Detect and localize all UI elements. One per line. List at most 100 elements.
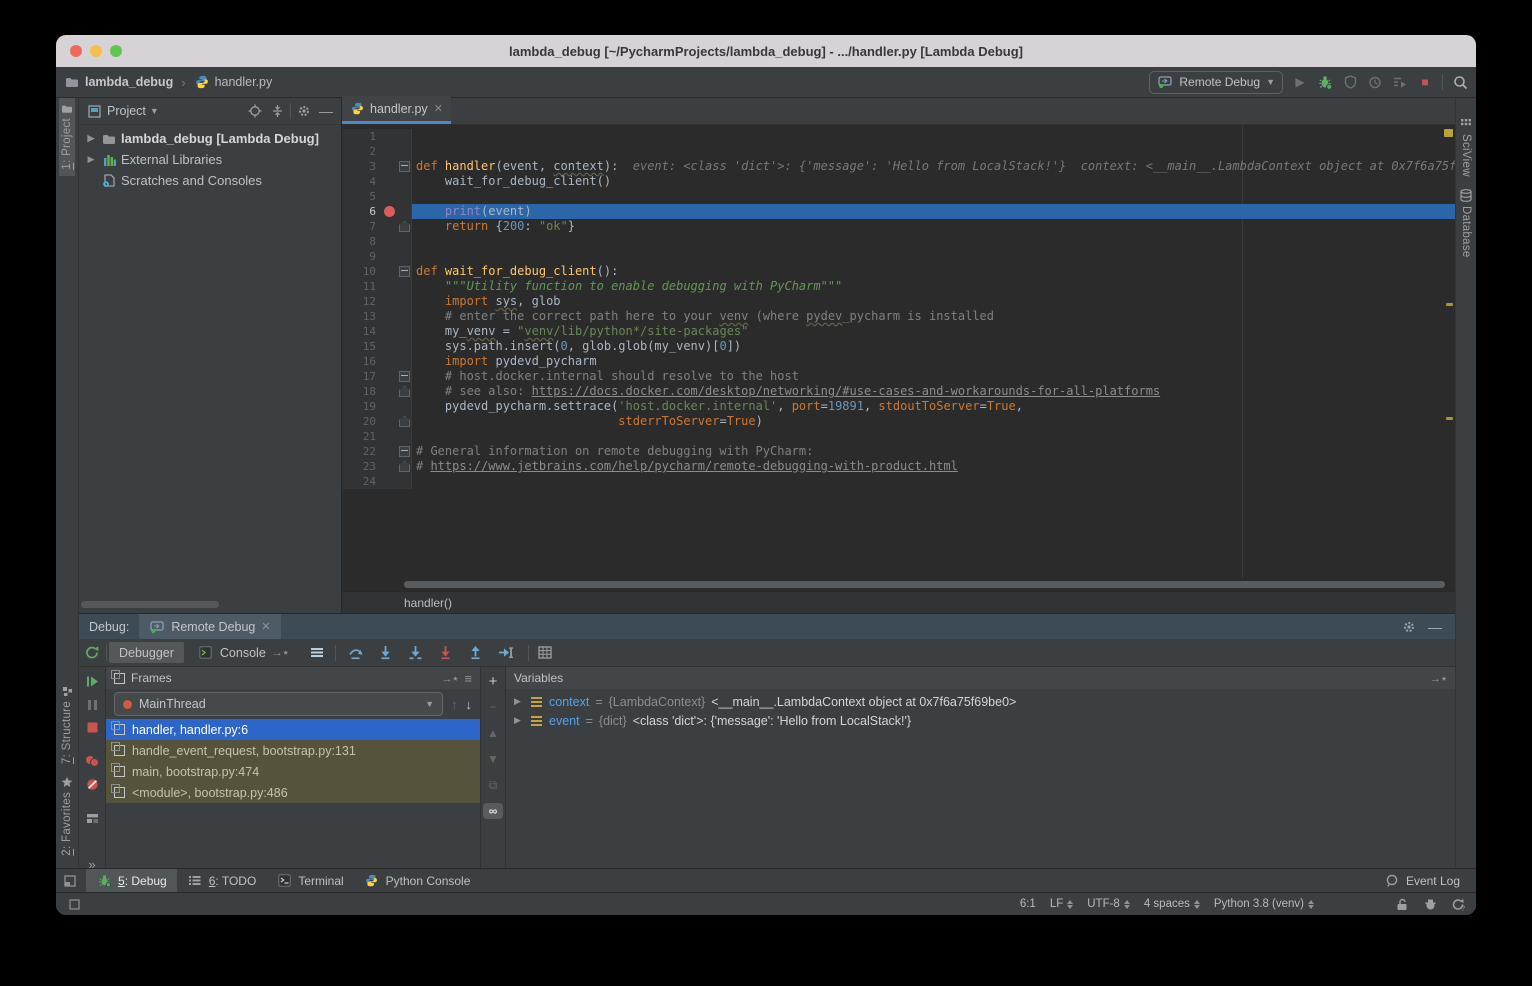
editor-breadcrumbs[interactable]: handler() xyxy=(342,591,1455,613)
stripe-button-database[interactable]: Database xyxy=(1458,183,1474,264)
fold-marker-icon[interactable] xyxy=(399,371,410,382)
fold-gutter[interactable] xyxy=(398,309,412,324)
fold-gutter[interactable] xyxy=(398,444,412,459)
gutter-icon-cell[interactable] xyxy=(380,219,398,234)
stripe-button--project[interactable]: 1: Project xyxy=(59,98,75,176)
search-everywhere-icon[interactable] xyxy=(1452,74,1468,90)
code-line[interactable]: 21 xyxy=(342,429,1455,444)
tool-window-toggle-icon[interactable] xyxy=(62,873,78,889)
stop-icon[interactable]: ■ xyxy=(1417,74,1433,90)
breadcrumb-function[interactable]: handler() xyxy=(404,596,452,610)
pin-icon[interactable]: →٭ xyxy=(1430,672,1447,685)
frame-row[interactable]: handle_event_request, bootstrap.py:131 xyxy=(106,740,480,761)
line-number[interactable]: 22 xyxy=(342,444,380,459)
code-line[interactable]: 6 print(event) xyxy=(342,204,1455,219)
status-item-4-spaces[interactable]: 4 spaces xyxy=(1144,898,1200,910)
code-text[interactable] xyxy=(412,234,1455,249)
gutter-icon-cell[interactable] xyxy=(380,144,398,159)
line-number[interactable]: 24 xyxy=(342,474,380,489)
fold-gutter[interactable] xyxy=(398,234,412,249)
fold-gutter[interactable] xyxy=(398,159,412,174)
gutter-icon-cell[interactable] xyxy=(380,369,398,384)
fold-marker-icon[interactable] xyxy=(399,221,410,232)
gutter-icon-cell[interactable] xyxy=(380,129,398,144)
thread-select[interactable]: MainThread ▼ xyxy=(114,692,443,716)
code-line[interactable]: 9 xyxy=(342,249,1455,264)
code-line[interactable]: 10def wait_for_debug_client(): xyxy=(342,264,1455,279)
code-line[interactable]: 12 import sys, glob xyxy=(342,294,1455,309)
line-number[interactable]: 17 xyxy=(342,369,380,384)
line-number[interactable]: 7 xyxy=(342,219,380,234)
gutter-icon-cell[interactable] xyxy=(380,444,398,459)
gutter-icon-cell[interactable] xyxy=(380,264,398,279)
line-number[interactable]: 12 xyxy=(342,294,380,309)
breakpoint-dot[interactable] xyxy=(384,206,395,217)
tab-debugger[interactable]: Debugger xyxy=(109,642,184,663)
code-line[interactable]: 23# https://www.jetbrains.com/help/pycha… xyxy=(342,459,1455,474)
chevron-down-icon[interactable]: ▼ xyxy=(150,106,159,116)
code-line[interactable]: 2 xyxy=(342,144,1455,159)
run-icon[interactable]: ▶ xyxy=(1292,74,1308,90)
hide-panel-icon[interactable]: — xyxy=(317,102,335,120)
fold-gutter[interactable] xyxy=(398,144,412,159)
tool-window-button-todo[interactable]: 6: TODO xyxy=(177,869,267,892)
code-text[interactable]: pydevd_pycharm.settrace('host.docker.int… xyxy=(412,399,1455,414)
error-stripe-mark[interactable] xyxy=(1446,417,1453,420)
code-line[interactable]: 7 return {200: "ok"} xyxy=(342,219,1455,234)
code-text[interactable]: def wait_for_debug_client(): xyxy=(412,264,1455,279)
run-with-profiler-icon[interactable] xyxy=(1392,74,1408,90)
gutter-icon-cell[interactable] xyxy=(380,324,398,339)
line-number[interactable]: 5 xyxy=(342,189,380,204)
breadcrumb[interactable]: lambda_debug › handler.py xyxy=(64,74,272,90)
line-number[interactable]: 4 xyxy=(342,174,380,189)
code-line[interactable]: 1 xyxy=(342,129,1455,144)
force-step-into-icon[interactable] xyxy=(408,645,424,661)
fold-gutter[interactable] xyxy=(398,264,412,279)
fold-marker-icon[interactable] xyxy=(399,161,410,172)
code-line[interactable]: 13 # enter the correct path here to your… xyxy=(342,309,1455,324)
code-text[interactable] xyxy=(412,189,1455,204)
line-number[interactable]: 16 xyxy=(342,354,380,369)
next-frame-icon[interactable]: ↓ xyxy=(466,697,473,712)
step-into-my-code-icon[interactable] xyxy=(438,645,454,661)
debug-session-tab[interactable]: Remote Debug ✕ xyxy=(139,614,280,639)
code-text[interactable]: def handler(event, context): event: <cla… xyxy=(412,159,1455,174)
fold-gutter[interactable] xyxy=(398,174,412,189)
code-line[interactable]: 16 import pydevd_pycharm xyxy=(342,354,1455,369)
locate-file-icon[interactable] xyxy=(246,102,264,120)
code-text[interactable]: import sys, glob xyxy=(412,294,1455,309)
error-stripe-mark[interactable] xyxy=(1446,303,1453,306)
fold-gutter[interactable] xyxy=(398,399,412,414)
menu-icon[interactable]: ≡ xyxy=(464,671,472,686)
run-config-select[interactable]: Remote Debug ▼ xyxy=(1149,71,1283,94)
remove-icon[interactable]: − xyxy=(485,699,501,715)
gutter-icon-cell[interactable] xyxy=(380,354,398,369)
status-item-lf[interactable]: LF xyxy=(1050,898,1073,910)
resume-icon[interactable] xyxy=(84,675,100,688)
previous-frame-icon[interactable]: ↑ xyxy=(451,697,458,712)
code-line[interactable]: 3def handler(event, context): event: <cl… xyxy=(342,159,1455,174)
profiler-icon[interactable] xyxy=(1367,74,1383,90)
fold-marker-icon[interactable] xyxy=(399,266,410,277)
code-text[interactable]: stderrToServer=True) xyxy=(412,414,1455,429)
gutter-icon-cell[interactable] xyxy=(380,459,398,474)
fold-marker-icon[interactable] xyxy=(399,461,410,472)
gutter-icon-cell[interactable] xyxy=(380,204,398,219)
code-editor[interactable]: 123def handler(event, context): event: <… xyxy=(342,125,1455,578)
code-line[interactable]: 8 xyxy=(342,234,1455,249)
gutter-icon-cell[interactable] xyxy=(380,339,398,354)
tool-window-quick-access-icon[interactable] xyxy=(66,896,82,912)
status-item-6-1[interactable]: 6:1 xyxy=(1020,898,1036,910)
error-stripe-mark[interactable] xyxy=(1444,129,1453,137)
code-line[interactable]: 4 wait_for_debug_client() xyxy=(342,174,1455,189)
code-text[interactable]: sys.path.insert(0, glob.glob(my_venv)[0]… xyxy=(412,339,1455,354)
fold-marker-icon[interactable] xyxy=(399,386,410,397)
fold-gutter[interactable] xyxy=(398,459,412,474)
frame-row[interactable]: handler, handler.py:6 xyxy=(106,719,480,740)
code-text[interactable]: # host.docker.internal should resolve to… xyxy=(412,369,1455,384)
stripe-button--structure[interactable]: 7: Structure xyxy=(59,680,75,770)
tool-window-button-debug[interactable]: 5: Debug xyxy=(86,869,177,892)
restore-layout-icon[interactable] xyxy=(84,813,100,824)
fold-gutter[interactable] xyxy=(398,429,412,444)
code-line[interactable]: 20 stderrToServer=True) xyxy=(342,414,1455,429)
